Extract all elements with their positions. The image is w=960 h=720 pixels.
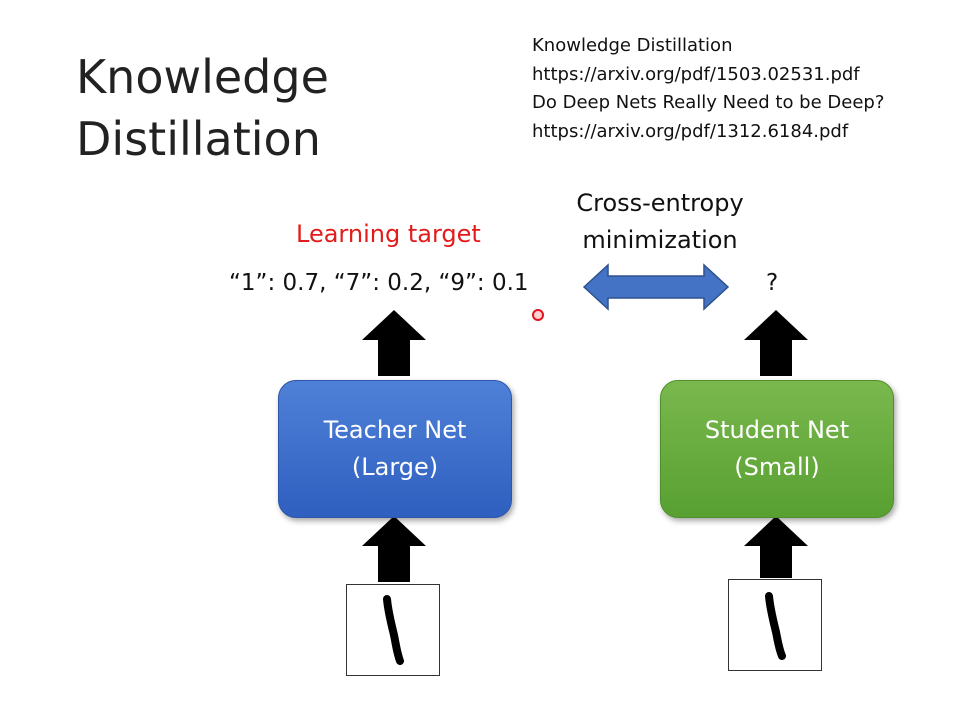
- title-line-1: Knowledge: [76, 50, 329, 104]
- teacher-net-label: Teacher Net: [323, 416, 467, 444]
- title-line-2: Distillation: [76, 112, 321, 166]
- learning-target-label: Learning target: [296, 220, 481, 248]
- teacher-input-digit-image: [346, 584, 440, 676]
- laser-pointer-icon: [532, 309, 544, 321]
- teacher-output-probabilities: “1”: 0.7, “7”: 0.2, “9”: 0.1: [229, 270, 529, 296]
- reference-1-url[interactable]: https://arxiv.org/pdf/1503.02531.pdf: [532, 61, 884, 90]
- handwritten-digit-one-icon: [383, 595, 404, 665]
- teacher-output-up-arrow-icon: [362, 310, 426, 376]
- cross-entropy-label: Cross-entropy minimization: [560, 185, 760, 259]
- cross-entropy-line-2: minimization: [582, 226, 738, 254]
- student-output-unknown: ?: [766, 270, 779, 296]
- teacher-net-size: (Large): [351, 453, 439, 481]
- student-input-digit-image: [728, 579, 822, 671]
- student-net-size: (Small): [734, 453, 820, 481]
- student-net-box: Student Net (Small): [660, 380, 894, 518]
- handwritten-digit-one-icon: [765, 592, 786, 660]
- student-input-up-arrow-icon: [744, 516, 808, 578]
- reference-1-title: Knowledge Distillation: [532, 35, 733, 56]
- student-output-up-arrow-icon: [744, 310, 808, 376]
- left-right-block-arrow-icon: [582, 263, 730, 311]
- reference-2-title: Do Deep Nets Really Need to be Deep?: [532, 92, 885, 113]
- reference-2-url[interactable]: https://arxiv.org/pdf/1312.6184.pdf: [532, 118, 884, 147]
- references: Knowledge Distillation https://arxiv.org…: [532, 32, 884, 146]
- cross-entropy-line-1: Cross-entropy: [576, 189, 744, 217]
- student-net-label: Student Net: [704, 416, 850, 444]
- teacher-net-box: Teacher Net (Large): [278, 380, 512, 518]
- slide-title: Knowledge Distillation: [76, 46, 329, 170]
- teacher-input-up-arrow-icon: [362, 516, 426, 582]
- slide: Knowledge Distillation Knowledge Distill…: [0, 0, 960, 720]
